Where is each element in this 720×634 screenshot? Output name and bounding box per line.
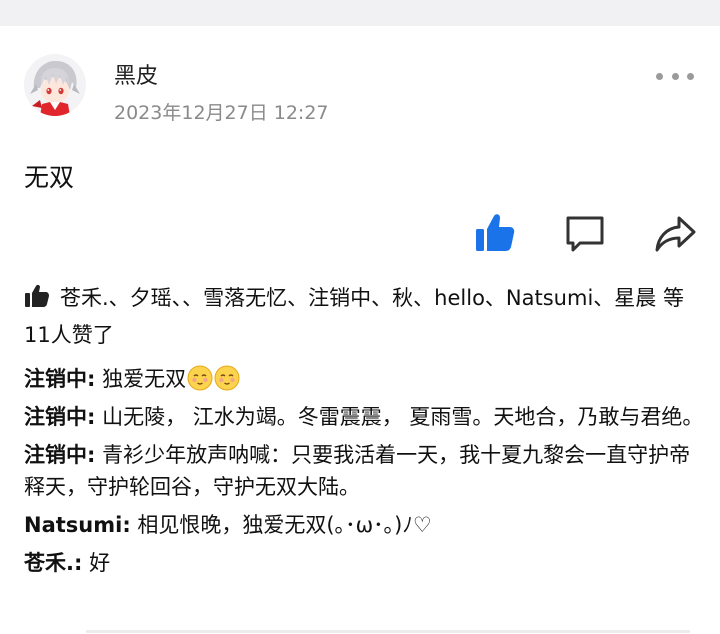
comment-text: 青衫少年放声呐喊：只要我活着一天，我十夏九黎会一直守护帝释天，守护轮回谷，守护无… xyxy=(24,443,691,499)
comment-item[interactable]: 苍禾.: 好 xyxy=(24,547,704,579)
comment-bubble-icon xyxy=(566,216,604,252)
comment-author[interactable]: 苍禾.: xyxy=(24,551,82,575)
post-timestamp: 2023年12月27日 12:27 xyxy=(114,102,329,124)
avatar[interactable] xyxy=(24,54,86,116)
top-separator-band xyxy=(0,0,720,26)
more-dots-icon[interactable] xyxy=(656,66,694,86)
comment-author[interactable]: Natsumi: xyxy=(24,513,131,537)
like-button[interactable] xyxy=(472,210,518,256)
comment-author[interactable]: 注销中: xyxy=(24,405,95,429)
shy-smile-emoji-icon xyxy=(187,365,213,391)
comment-author[interactable]: 注销中: xyxy=(24,367,95,391)
comment-item[interactable]: 注销中: 山无陵， 江水为竭。冬雷震震， 夏雨雪。天地合，乃敢与君绝。 xyxy=(24,401,704,433)
likes-list: 苍禾.、夕瑶、、雪落无忆、注销中、秋、hello、Natsumi、星晨 等11人… xyxy=(24,281,704,352)
thumbs-up-icon xyxy=(24,284,50,318)
username[interactable]: 黑皮 xyxy=(114,58,158,90)
dot xyxy=(656,72,663,80)
comment-item[interactable]: 注销中: 青衫少年放声呐喊：只要我活着一天，我十夏九黎会一直守护帝释天，守护轮回… xyxy=(24,439,704,503)
comment-button[interactable] xyxy=(562,210,608,256)
comment-text: 山无陵， 江水为竭。冬雷震震， 夏雨雪。天地合，乃敢与君绝。 xyxy=(95,405,704,429)
comment-text: 好 xyxy=(82,551,111,575)
comment-author[interactable]: 注销中: xyxy=(24,443,95,467)
divider xyxy=(86,630,690,633)
shy-smile-emoji-icon xyxy=(214,365,240,391)
comment-text: 独爱无双 xyxy=(95,367,187,391)
share-button[interactable] xyxy=(652,210,698,256)
comment-item[interactable]: Natsumi: 相见恨晚，独爱无双(｡･ω･｡)ﾉ♡ xyxy=(24,509,704,541)
comments-list: 注销中: 独爱无双 注销中: 山无陵， 江水为竭。冬雷震震， 夏雨雪。天地合，乃… xyxy=(24,363,704,585)
comment-item[interactable]: 注销中: 独爱无双 xyxy=(24,363,704,395)
comment-text: 相见恨晚，独爱无双(｡･ω･｡)ﾉ♡ xyxy=(130,513,432,537)
thumbs-up-icon xyxy=(476,214,515,251)
share-arrow-icon xyxy=(655,216,696,252)
dot xyxy=(671,72,679,80)
post-content: 无双 xyxy=(24,163,75,192)
likes-names[interactable]: 苍禾.、夕瑶、、雪落无忆、注销中、秋、hello、Natsumi、星晨 xyxy=(60,286,656,310)
dot xyxy=(687,72,694,80)
